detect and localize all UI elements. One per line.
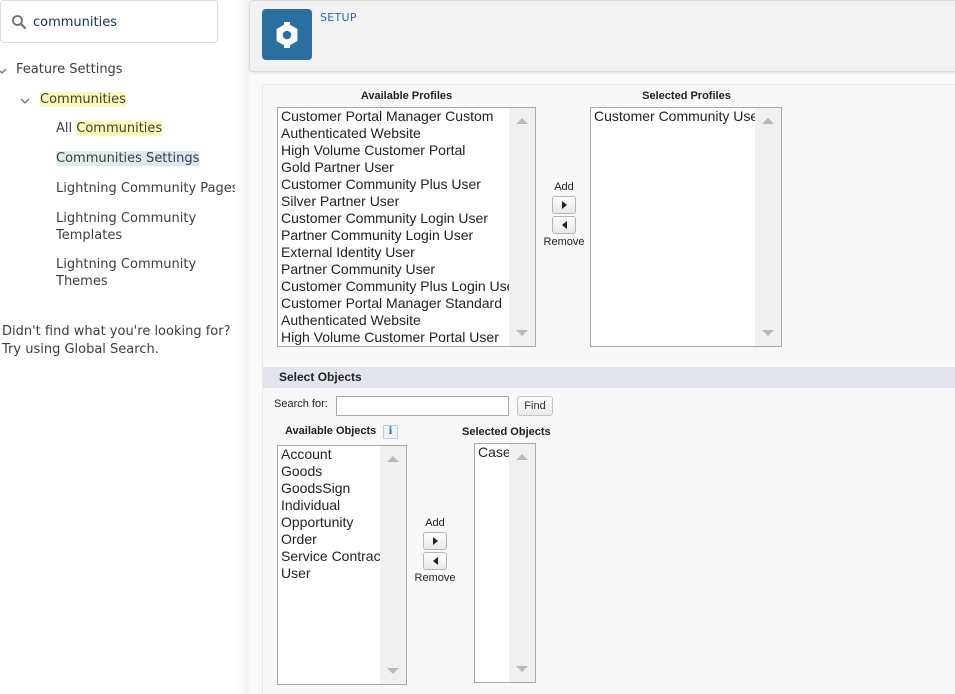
tree-item-label: Themes xyxy=(56,274,108,289)
profile-option[interactable]: Customer Community User xyxy=(594,108,763,125)
sidebar-divider xyxy=(235,0,249,694)
tree-item-lightning-community-pages[interactable]: Lightning Community Pages xyxy=(56,180,239,197)
scrollbar[interactable] xyxy=(380,446,406,684)
remove-label: Remove xyxy=(543,236,585,248)
tree-item-label: Lightning Community Pages xyxy=(56,181,239,196)
profile-option[interactable]: Partner Community Login User xyxy=(281,227,519,244)
available-objects-heading: Available Objects xyxy=(285,425,377,437)
tree-item-label: Communities xyxy=(40,92,126,107)
quick-find-input[interactable] xyxy=(33,9,213,35)
profile-option[interactable]: Partner Community User xyxy=(281,261,519,278)
select-objects-section-header: Select Objects xyxy=(262,367,955,388)
object-option[interactable]: Order xyxy=(281,531,384,548)
object-option[interactable]: Account xyxy=(281,446,384,463)
profile-option[interactable]: Customer Portal Manager Custom xyxy=(281,108,519,125)
scroll-down-icon[interactable] xyxy=(762,330,774,336)
selected-objects-list[interactable]: Case xyxy=(474,443,536,683)
tree-item-communities-settings[interactable]: Communities Settings xyxy=(56,150,200,167)
available-objects-list[interactable]: Account Goods GoodsSign Individual Opportuni… xyxy=(277,445,407,685)
profile-option[interactable]: Authenticated Website xyxy=(281,125,519,142)
scrollbar[interactable] xyxy=(755,108,781,346)
object-option[interactable]: Service Contract xyxy=(281,548,384,565)
tree-item-lightning-community-templates[interactable]: Lightning Community Templates xyxy=(56,210,196,244)
arrow-right-icon xyxy=(433,537,438,545)
object-search-input[interactable] xyxy=(336,396,509,416)
page-title: SETUP xyxy=(320,11,357,24)
scroll-up-icon[interactable] xyxy=(762,118,774,124)
object-option[interactable]: Opportunity xyxy=(281,514,384,531)
gear-icon xyxy=(276,21,298,48)
search-icon xyxy=(12,15,26,29)
available-profiles-heading: Available Profiles xyxy=(360,90,453,102)
available-profiles-list[interactable]: Customer Portal Manager Custom Authentica… xyxy=(277,107,536,347)
add-label: Add xyxy=(425,517,445,529)
page-header: SETUP xyxy=(249,0,955,72)
search-highlight: Communities xyxy=(76,121,163,136)
tree-item-label: Lightning Community xyxy=(56,257,197,272)
tree-item-communities[interactable]: Communities xyxy=(40,91,126,108)
tree-item-label: Feature Settings xyxy=(16,62,123,77)
add-profile-button[interactable] xyxy=(552,196,576,214)
chevron-down-icon[interactable] xyxy=(0,65,8,77)
quick-find-box[interactable] xyxy=(0,0,218,43)
selected-objects-heading: Selected Objects xyxy=(462,426,551,438)
scrollbar[interactable] xyxy=(509,444,535,682)
tree-item-all-communities[interactable]: All Communities xyxy=(56,120,163,137)
profile-option[interactable]: External Identity User xyxy=(281,244,519,261)
setup-icon-tile xyxy=(262,9,312,60)
scrollbar[interactable] xyxy=(509,108,535,346)
scroll-down-icon[interactable] xyxy=(387,668,399,674)
tree-item-feature-settings[interactable]: Feature Settings xyxy=(16,61,123,78)
profile-option[interactable]: Customer Community Plus Login User xyxy=(281,278,519,295)
tree-item-lightning-community-themes[interactable]: Lightning Community Themes xyxy=(56,256,196,290)
profile-option[interactable]: Silver Partner User xyxy=(281,193,519,210)
tree-item-label: Templates xyxy=(56,228,123,243)
profile-option[interactable]: High Volume Customer Portal User xyxy=(281,329,519,346)
profile-option[interactable]: Customer Community Login User xyxy=(281,210,519,227)
chevron-down-icon[interactable] xyxy=(19,95,31,107)
remove-label: Remove xyxy=(414,572,456,584)
selected-profiles-heading: Selected Profiles xyxy=(642,90,731,102)
arrow-left-icon xyxy=(433,557,438,565)
tree-item-label-prefix: All xyxy=(56,121,77,136)
profile-option[interactable]: Authenticated Website xyxy=(281,312,519,329)
scroll-down-icon[interactable] xyxy=(516,666,528,672)
find-button[interactable]: Find xyxy=(517,396,553,416)
profile-option[interactable]: Customer Community Plus User xyxy=(281,176,519,193)
arrow-right-icon xyxy=(562,201,567,209)
add-label: Add xyxy=(554,181,574,193)
remove-object-button[interactable] xyxy=(423,552,447,570)
scroll-down-icon[interactable] xyxy=(516,330,528,336)
object-option[interactable]: User xyxy=(281,565,384,582)
profile-option[interactable]: High Volume Customer Portal xyxy=(281,142,519,159)
info-icon[interactable]: i xyxy=(383,425,398,439)
object-option[interactable]: GoodsSign xyxy=(281,480,384,497)
add-object-button[interactable] xyxy=(423,532,447,550)
arrow-left-icon xyxy=(562,221,567,229)
profiles-mover: Add Remove xyxy=(539,181,589,249)
tree-item-label: Lightning Community xyxy=(56,211,197,226)
scroll-up-icon[interactable] xyxy=(516,118,528,124)
remove-profile-button[interactable] xyxy=(552,216,576,234)
profile-option[interactable]: Gold Partner User xyxy=(281,159,519,176)
tree-item-label: Communities Settings xyxy=(56,151,200,166)
scroll-up-icon[interactable] xyxy=(387,456,399,462)
objects-mover: Add Remove xyxy=(410,517,460,585)
object-option[interactable]: Individual xyxy=(281,497,384,514)
setup-sidebar: Feature Settings Communities All Communi… xyxy=(0,0,248,694)
object-option[interactable]: Case xyxy=(478,444,511,461)
profile-option[interactable]: Customer Portal Manager Standard xyxy=(281,295,519,312)
scroll-up-icon[interactable] xyxy=(516,454,528,460)
global-search-hint: Try using Global Search. xyxy=(2,342,159,357)
no-results-hint: Didn't find what you're looking for? Try… xyxy=(2,323,231,359)
object-option[interactable]: Goods xyxy=(281,463,384,480)
hint-line: Didn't find what you're looking for? xyxy=(2,324,231,339)
section-title: Select Objects xyxy=(279,370,362,384)
selected-profiles-list[interactable]: Customer Community User xyxy=(590,107,782,347)
object-search-label: Search for: xyxy=(274,398,328,410)
